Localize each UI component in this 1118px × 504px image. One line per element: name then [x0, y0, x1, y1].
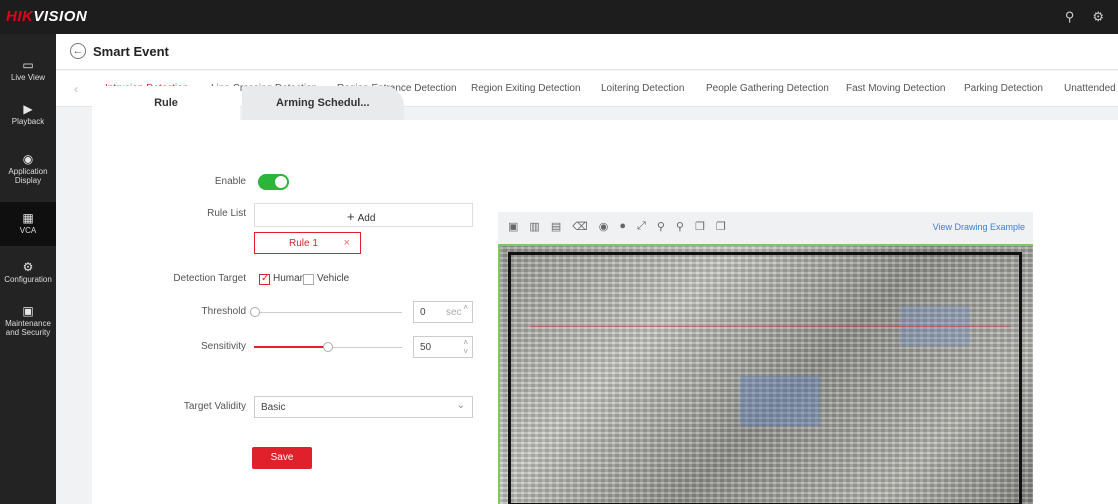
vehicle-checkbox[interactable] — [303, 274, 314, 285]
sidebar-item-label: VCA — [19, 226, 37, 235]
record-icon[interactable]: ● — [619, 220, 626, 233]
sidebar-item-maintenance[interactable]: ▣ Maintenance and Security — [0, 304, 56, 337]
zoom-in-icon[interactable]: ⚲ — [657, 220, 665, 233]
view-drawing-example-link[interactable]: View Drawing Example — [933, 222, 1025, 232]
rule-item-name: Rule 1 — [289, 238, 318, 249]
human-label: Human — [273, 273, 306, 284]
sensitivity-slider-fill — [254, 346, 328, 348]
threshold-label: Threshold — [201, 306, 246, 317]
tab-fast-moving-detection[interactable]: Fast Moving Detection — [846, 83, 946, 94]
enable-label: Enable — [214, 176, 246, 187]
video-toolbar: ▣ ▥ ▤ ⌫ ◉ ● ⤢ ⚲ ⚲ ❐ ❐ View Drawing Examp… — [498, 212, 1033, 244]
detection-target-label: Detection Target — [173, 273, 246, 284]
shield-icon: ▣ — [22, 304, 34, 318]
sidebar-item-label: Configuration — [4, 275, 52, 284]
sidebar-item-label: Live View — [10, 73, 46, 82]
application-icon: ◉ — [22, 152, 34, 166]
save-button[interactable]: Save — [252, 447, 312, 469]
draw-area-icon[interactable]: ▥ — [529, 220, 539, 233]
copy-icon[interactable]: ▤ — [551, 220, 561, 233]
rule-list-box: + Add — [254, 203, 473, 227]
close-icon[interactable]: × — [344, 237, 350, 249]
target-validity-value: Basic — [261, 402, 286, 413]
chevron-down-icon: ⌄ — [456, 400, 465, 411]
camera-icon[interactable]: ◉ — [599, 220, 609, 233]
plus-icon: + — [347, 209, 355, 224]
sidebar-item-label: Playback — [11, 117, 45, 126]
tab-people-gathering-detection[interactable]: People Gathering Detection — [706, 83, 829, 94]
spinner-icon[interactable]: ˄ ˅ — [463, 338, 468, 356]
play-icon: ▶ — [23, 102, 33, 116]
threshold-slider-thumb[interactable] — [250, 307, 260, 317]
sidebar-item-configuration[interactable]: ⚙ Configuration — [0, 260, 56, 284]
tab-unattended-baggage[interactable]: Unattended B — [1064, 83, 1118, 94]
video-panel: ▣ ▥ ▤ ⌫ ◉ ● ⤢ ⚲ ⚲ ❐ ❐ View Drawing Examp… — [498, 212, 1033, 504]
intrusion-region-box[interactable] — [508, 252, 1022, 504]
sidebar: ▭ Live View ▶ Playback ◉ Application Dis… — [0, 34, 56, 504]
sidebar-item-label: Application Display — [8, 167, 48, 185]
zoom-out-icon[interactable]: ⚲ — [676, 220, 684, 233]
threshold-unit: sec — [446, 307, 462, 318]
threshold-input[interactable]: 0 sec ˄ — [413, 301, 473, 323]
live-video-view[interactable] — [498, 244, 1033, 504]
enable-toggle[interactable] — [258, 174, 289, 190]
rule-list-label: Rule List — [207, 208, 246, 219]
toggle-knob — [275, 176, 287, 188]
add-rule-button[interactable]: + Add — [347, 209, 375, 224]
fullscreen-icon[interactable]: ⤢ — [637, 220, 646, 233]
human-checkbox[interactable] — [259, 273, 270, 285]
main-area: ← Smart Event ‹ Intrusion Detection Line… — [56, 34, 1118, 504]
sensitivity-value: 50 — [420, 342, 432, 353]
delete-icon[interactable]: ⌫ — [572, 220, 588, 233]
sensitivity-label: Sensitivity — [200, 341, 246, 352]
logo-text-red: HIK — [6, 8, 34, 25]
rule-item[interactable]: Rule 1 × — [254, 232, 361, 254]
tab-region-exiting-detection[interactable]: Region Exiting Detection — [471, 83, 581, 94]
settings-panel: Rule Arming Schedul... Enable Rule List … — [92, 86, 1118, 504]
target-validity-select[interactable]: Basic ⌄ — [254, 396, 473, 418]
sensitivity-slider-thumb[interactable] — [323, 342, 333, 352]
vehicle-label: Vehicle — [317, 273, 350, 284]
tab-loitering-detection[interactable]: Loitering Detection — [601, 83, 684, 94]
sidebar-item-label: Maintenance and Security — [5, 319, 51, 337]
add-label: Add — [357, 213, 376, 224]
threshold-slider-track[interactable] — [254, 312, 402, 313]
back-icon[interactable]: ← — [70, 43, 86, 59]
tab-parking-detection[interactable]: Parking Detection — [964, 83, 1043, 94]
spinner-icon[interactable]: ˄ — [463, 303, 468, 312]
window-alt-icon[interactable]: ❐ — [716, 220, 726, 233]
tab-arming-schedule[interactable]: Arming Schedul... — [242, 86, 404, 120]
sidebar-item-playback[interactable]: ▶ Playback — [0, 102, 56, 126]
chevron-left-icon[interactable]: ‹ — [74, 82, 78, 96]
sensitivity-input[interactable]: 50 ˄ ˅ — [413, 336, 473, 358]
search-icon[interactable]: ⚲ — [1065, 9, 1075, 25]
brand-logo: HIKVISION — [6, 8, 87, 25]
logo-text-white: VISION — [33, 8, 88, 25]
target-validity-label: Target Validity — [183, 401, 246, 412]
sidebar-item-vca[interactable]: ▦ VCA — [0, 202, 56, 246]
monitor-icon: ▭ — [22, 58, 34, 72]
title-bar: ← Smart Event — [56, 34, 1118, 70]
grid-icon: ▦ — [22, 211, 34, 225]
tab-rule[interactable]: Rule — [92, 86, 240, 120]
threshold-value: 0 — [420, 307, 426, 318]
sidebar-item-live-view[interactable]: ▭ Live View — [0, 58, 56, 82]
page-title: Smart Event — [93, 44, 169, 59]
window-icon[interactable]: ❐ — [695, 220, 705, 233]
gear-icon: ⚙ — [22, 260, 34, 274]
top-bar: HIKVISION ⚲ ⚙ — [0, 0, 1118, 34]
sidebar-item-application-display[interactable]: ◉ Application Display — [0, 152, 56, 185]
snapshot-icon[interactable]: ▣ — [508, 220, 518, 233]
settings-icon[interactable]: ⚙ — [1092, 9, 1104, 25]
